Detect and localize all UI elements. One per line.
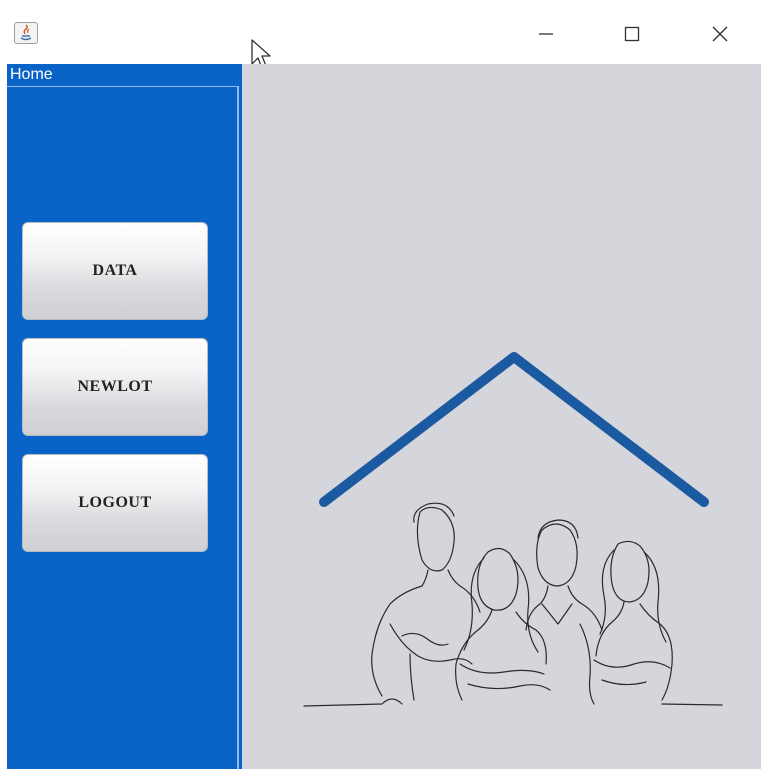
maximize-button[interactable] <box>612 14 652 54</box>
family-house-illustration <box>303 352 723 707</box>
maximize-icon <box>624 26 640 42</box>
java-icon[interactable] <box>14 22 38 44</box>
title-bar <box>0 0 761 69</box>
logout-button[interactable]: LOGOUT <box>22 454 208 552</box>
newlot-button[interactable]: NEWLOT <box>22 338 208 436</box>
main-panel <box>242 64 761 769</box>
panel-title: Home <box>10 66 53 83</box>
data-button[interactable]: DATA <box>22 222 208 320</box>
roof-icon <box>319 352 709 507</box>
close-icon <box>712 26 728 42</box>
minimize-button[interactable] <box>526 14 566 54</box>
close-button[interactable] <box>700 14 740 54</box>
minimize-icon <box>539 33 553 35</box>
app-window: Home DATA NEWLOT LOGOUT <box>0 0 761 769</box>
sidebar-panel: Home DATA NEWLOT LOGOUT <box>7 64 242 769</box>
